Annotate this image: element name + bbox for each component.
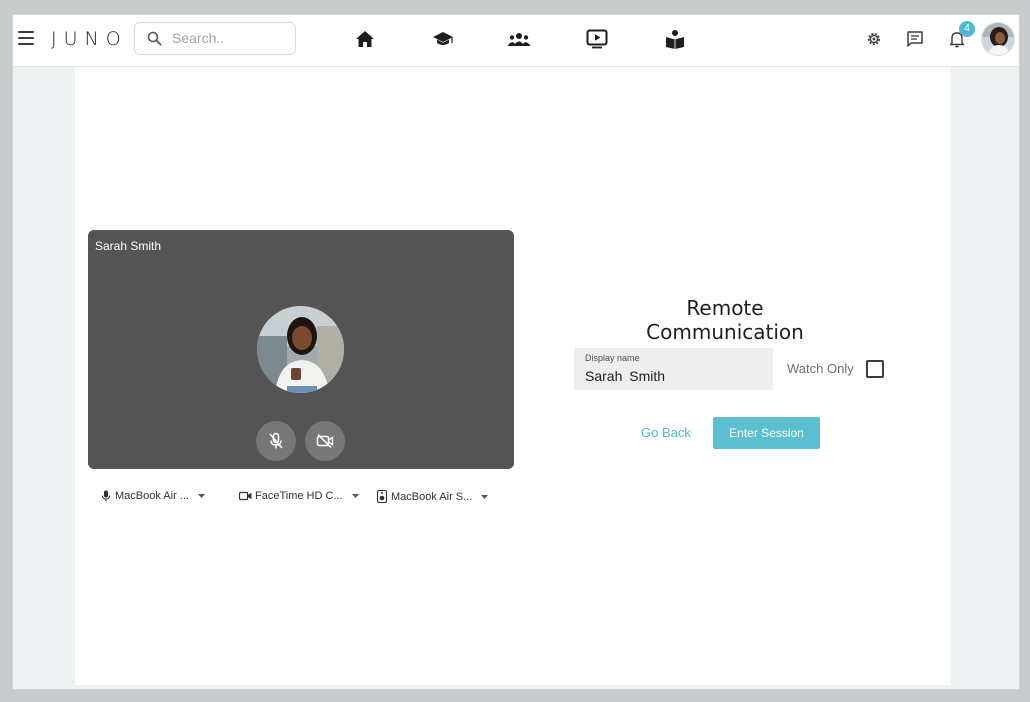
participant-avatar [257,306,344,393]
microphone-select[interactable]: MacBook Air ... [101,490,206,502]
video-preview: Sarah Smith [88,230,514,469]
search-box[interactable] [134,22,296,55]
camera-select[interactable]: FaceTime HD C... [239,490,360,502]
display-name-input[interactable]: Sarah Smith [585,368,665,384]
user-avatar[interactable] [981,22,1015,56]
app-logo[interactable]: JUNO [51,28,128,50]
gear-icon[interactable] [863,28,885,50]
participant-name: Sarah Smith [95,239,162,253]
page-title: Remote Communication [646,296,804,344]
people-group-icon[interactable] [507,27,531,51]
home-icon[interactable] [353,27,377,51]
watch-only-label: Watch Only [787,361,854,376]
camera-icon [239,491,252,501]
camera-off-button[interactable] [305,421,345,461]
enter-session-button[interactable]: Enter Session [713,417,820,449]
message-icon[interactable] [904,28,926,50]
chevron-down-icon [351,494,359,498]
mute-microphone-button[interactable] [256,421,296,461]
chevron-down-icon [197,494,205,498]
camera-select-label: FaceTime HD C... [255,490,343,502]
main-content: Sarah Smith MacBook Air ... FaceTime HD … [75,67,951,685]
camera-off-icon [316,433,334,449]
menu-icon[interactable] [18,31,34,45]
speaker-select[interactable]: MacBook Air S... [377,490,489,503]
notification-badge: 4 [959,21,975,37]
chevron-down-icon [481,494,489,499]
search-icon [147,31,162,46]
graduation-cap-icon[interactable] [431,27,455,51]
reading-icon[interactable] [663,27,687,51]
microphone-select-label: MacBook Air ... [115,490,189,502]
top-navigation-bar: JUNO 4 [13,15,1019,67]
watch-only-checkbox[interactable] [866,360,884,378]
speaker-icon [377,490,387,503]
search-input[interactable] [172,30,282,46]
display-name-field[interactable]: Display name Sarah Smith [574,348,773,390]
microphone-off-icon [269,432,283,449]
microphone-icon [102,490,110,502]
display-name-label: Display name [585,353,640,363]
video-play-icon[interactable] [585,27,609,51]
speaker-select-label: MacBook Air S... [391,490,473,503]
app-window: JUNO 4 [12,14,1020,690]
go-back-link[interactable]: Go Back [641,425,691,440]
